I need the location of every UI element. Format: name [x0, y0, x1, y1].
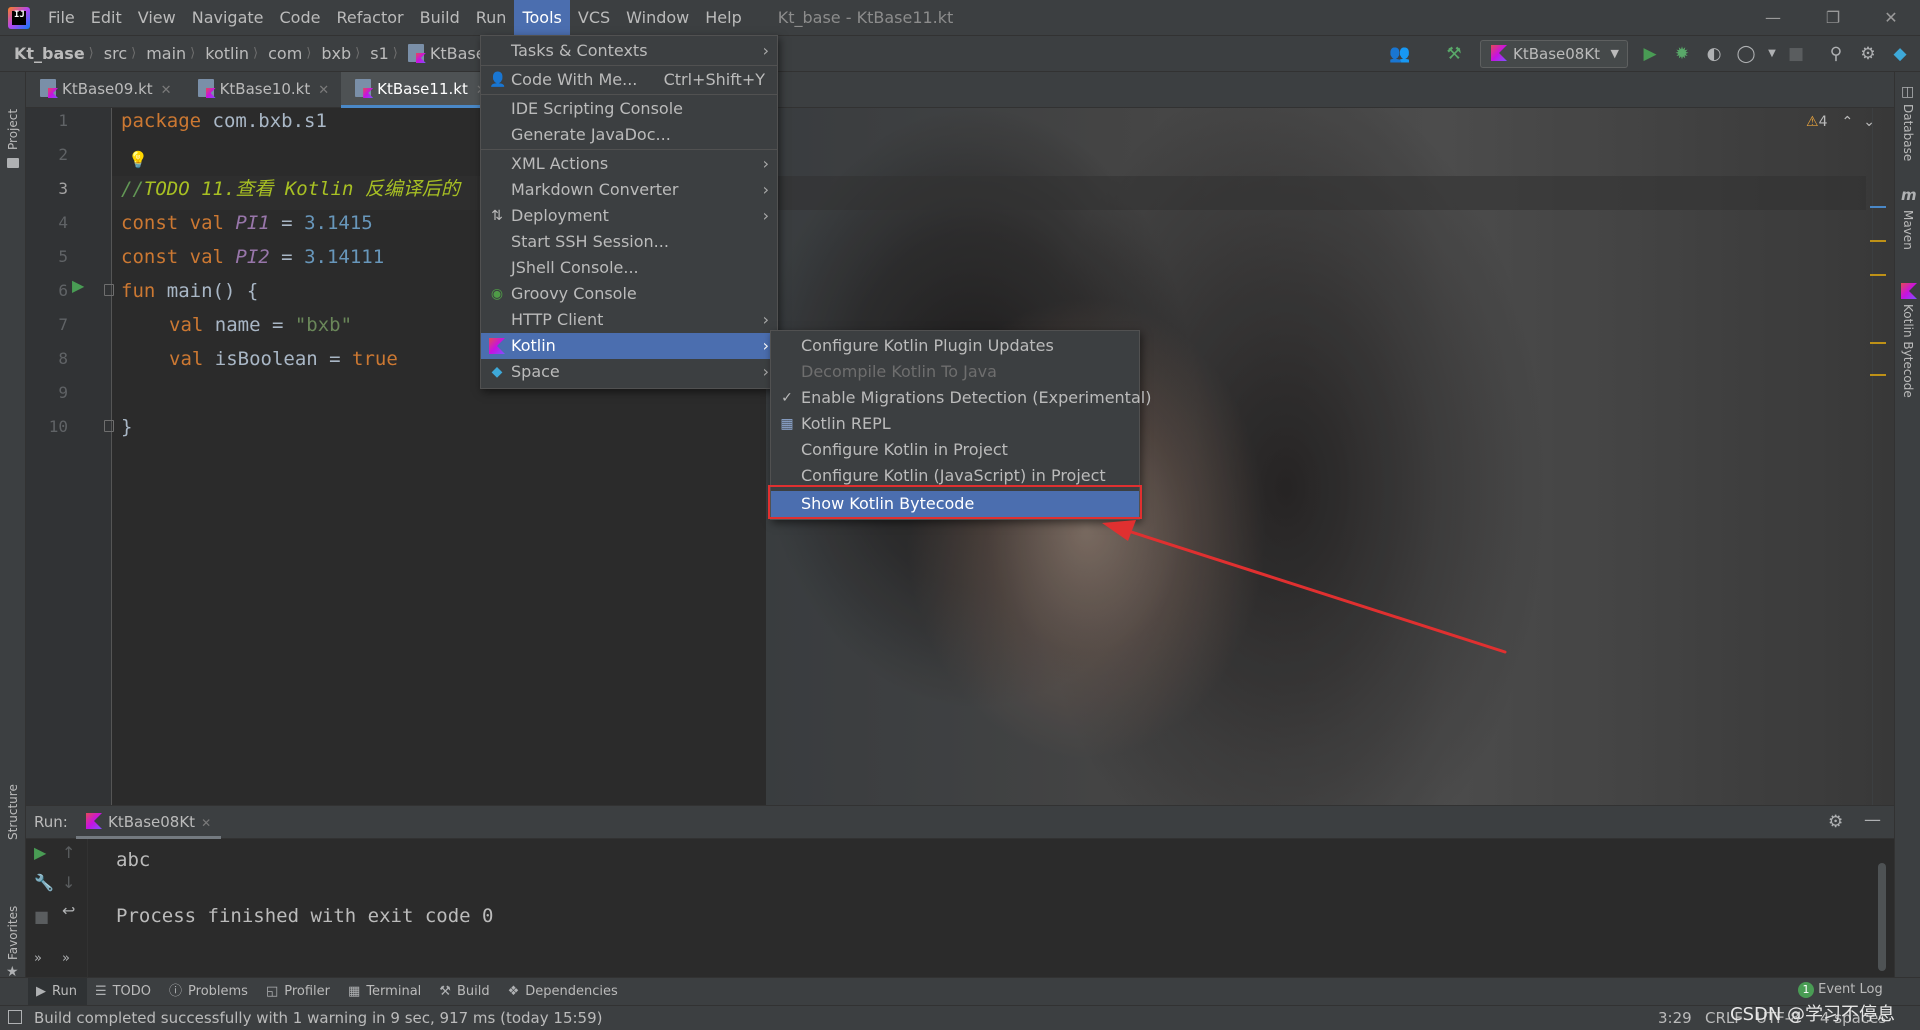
annotation-arrow	[1102, 520, 1507, 654]
